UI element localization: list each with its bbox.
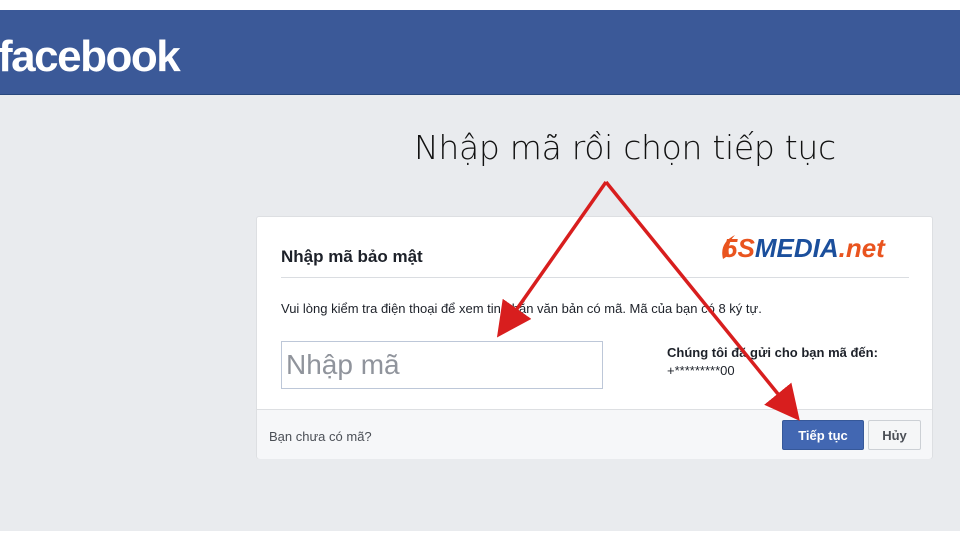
- bottom-strip: [0, 531, 960, 541]
- continue-button[interactable]: Tiếp tục: [782, 420, 864, 450]
- code-input[interactable]: [281, 341, 603, 389]
- title-divider: [281, 277, 909, 278]
- security-code-dialog: Nhập mã bảo mật 5SMEDIA.net Vui lòng kiể…: [256, 216, 933, 459]
- brand-name: MEDIA: [755, 233, 839, 263]
- masked-phone-number: +*********00: [667, 363, 735, 378]
- top-bar: facebook: [0, 10, 960, 95]
- instruction-annotation: Nhập mã rồi chọn tiếp tục: [414, 128, 836, 167]
- facebook-logo[interactable]: facebook: [0, 32, 181, 82]
- instructions-text: Vui lòng kiểm tra điện thoại để xem tin …: [281, 301, 762, 316]
- svg-text:5SMEDIA.net: 5SMEDIA.net: [723, 233, 886, 263]
- cancel-button[interactable]: Hủy: [868, 420, 921, 450]
- no-code-link[interactable]: Bạn chưa có mã?: [269, 429, 372, 444]
- top-strip: [0, 0, 960, 10]
- brand-watermark-logo: 5SMEDIA.net: [722, 233, 886, 263]
- brand-suffix: .net: [839, 233, 887, 263]
- brand-prefix: 5S: [723, 233, 755, 263]
- dialog-title: Nhập mã bảo mật: [281, 247, 423, 266]
- dialog-footer: Bạn chưa có mã? Tiếp tục Hủy: [257, 409, 932, 459]
- code-sent-label: Chúng tôi đã gửi cho bạn mã đến:: [667, 345, 878, 360]
